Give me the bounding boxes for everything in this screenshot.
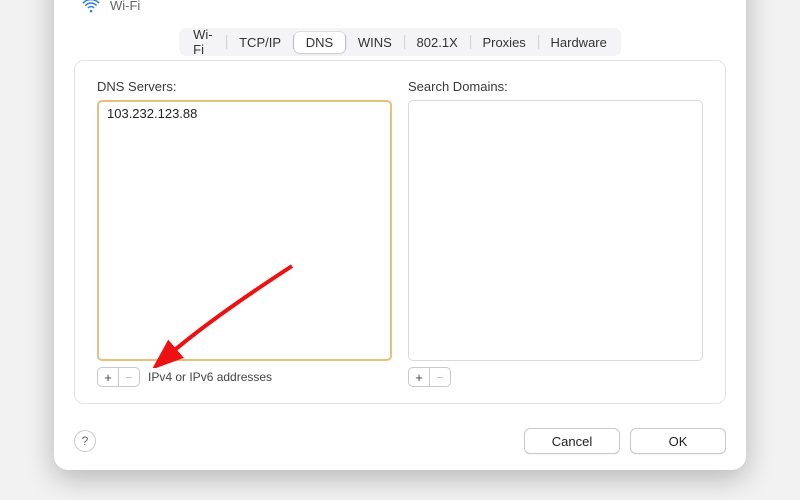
dns-servers-column: DNS Servers: 103.232.123.88 + − IPv4 or … — [97, 79, 392, 387]
search-domains-label: Search Domains: — [408, 79, 703, 94]
remove-dns-server-button[interactable]: − — [118, 367, 140, 387]
tab-hardware[interactable]: Hardware — [539, 32, 619, 53]
network-advanced-sheet: Wi-Fi Wi-Fi TCP/IP DNS WINS 802.1X Proxi… — [54, 0, 746, 470]
remove-search-domain-button[interactable]: − — [429, 367, 451, 387]
dns-servers-list[interactable]: 103.232.123.88 — [97, 100, 392, 361]
sheet-footer: ? Cancel OK — [74, 428, 726, 454]
cancel-button[interactable]: Cancel — [524, 428, 620, 454]
tab-dns[interactable]: DNS — [294, 32, 345, 53]
ok-button[interactable]: OK — [630, 428, 726, 454]
sheet-header: Wi-Fi — [82, 0, 140, 14]
dns-servers-controls: + − IPv4 or IPv6 addresses — [97, 367, 392, 387]
tab-wifi[interactable]: Wi-Fi — [181, 24, 226, 60]
search-domains-column: Search Domains: + − — [408, 79, 703, 387]
tab-tcpip[interactable]: TCP/IP — [227, 32, 293, 53]
tab-proxies[interactable]: Proxies — [470, 32, 537, 53]
tab-wins[interactable]: WINS — [346, 32, 404, 53]
help-button[interactable]: ? — [74, 430, 96, 452]
dns-hint: IPv4 or IPv6 addresses — [148, 370, 272, 384]
tab-8021x[interactable]: 802.1X — [405, 32, 470, 53]
add-dns-server-button[interactable]: + — [97, 367, 119, 387]
search-domains-list[interactable] — [408, 100, 703, 361]
add-search-domain-button[interactable]: + — [408, 367, 430, 387]
dns-server-row[interactable]: 103.232.123.88 — [99, 102, 390, 125]
dns-panel: DNS Servers: 103.232.123.88 + − IPv4 or … — [74, 60, 726, 404]
dns-servers-label: DNS Servers: — [97, 79, 392, 94]
search-domains-controls: + − — [408, 367, 703, 387]
tab-bar: Wi-Fi TCP/IP DNS WINS 802.1X Proxies Har… — [179, 28, 621, 56]
sheet-title: Wi-Fi — [110, 0, 140, 13]
wifi-icon — [82, 0, 100, 14]
